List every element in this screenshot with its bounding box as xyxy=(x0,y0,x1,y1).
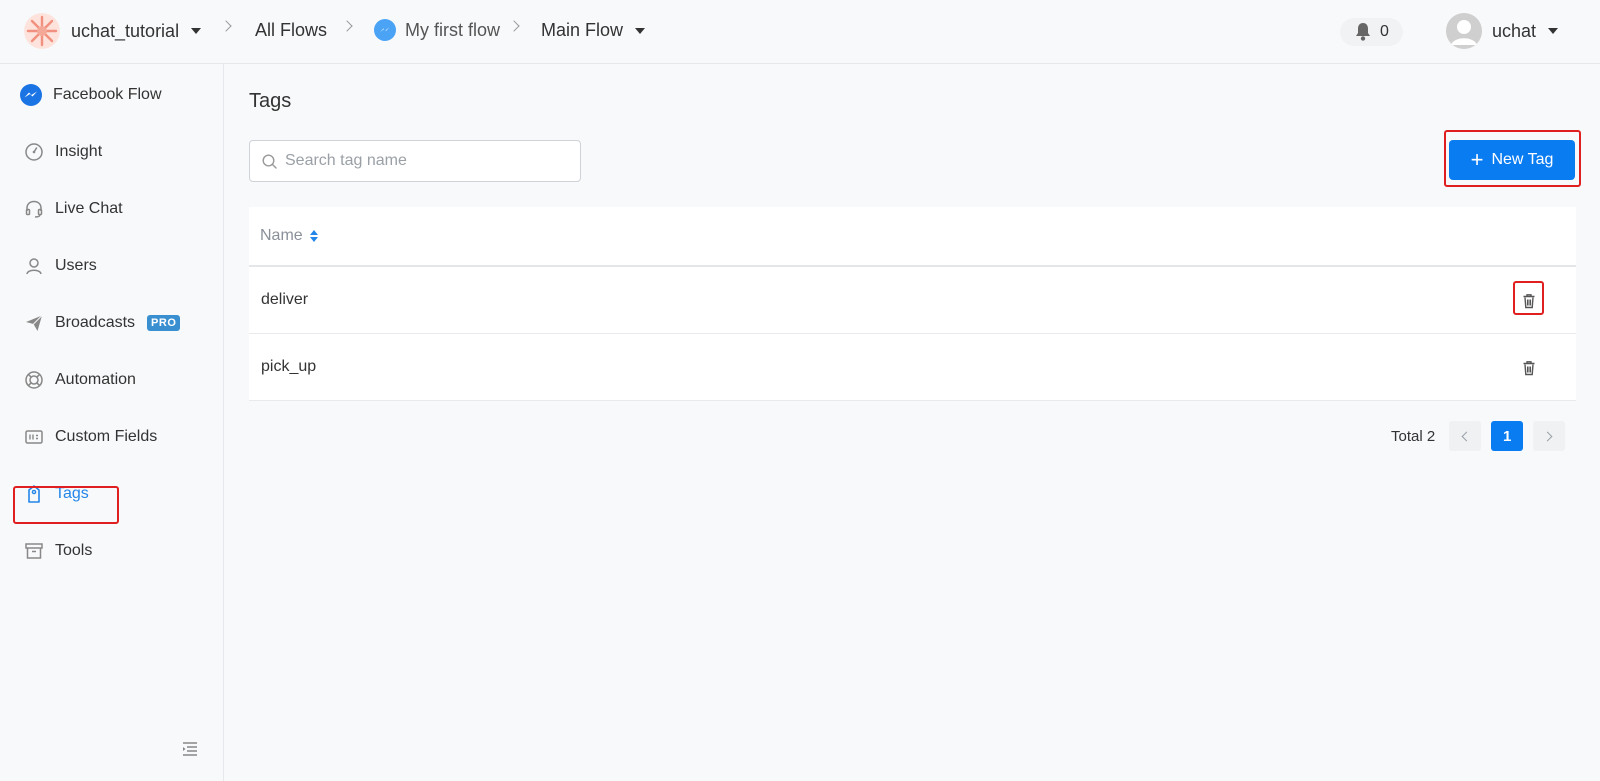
pagination: Total 2 1 xyxy=(1391,421,1566,451)
workspace-name: uchat_tutorial xyxy=(71,20,180,41)
gauge-icon xyxy=(24,142,44,162)
notifications-button[interactable]: 0 xyxy=(1340,18,1403,46)
avatar xyxy=(1446,13,1482,49)
chevron-down-icon xyxy=(191,28,202,34)
table-row: deliver xyxy=(249,267,1576,334)
breadcrumb-flow[interactable]: My first flow xyxy=(374,19,500,41)
chevron-left-icon xyxy=(1461,431,1472,441)
sidebar-item-live-chat[interactable]: Live Chat xyxy=(24,194,123,224)
fields-icon xyxy=(24,427,44,447)
sidebar-item-users[interactable]: Users xyxy=(24,251,97,281)
search-box[interactable] xyxy=(249,140,581,182)
breadcrumb-all-flows[interactable]: All Flows xyxy=(255,20,327,41)
messenger-icon xyxy=(374,19,396,41)
sidebar-item-custom-fields[interactable]: Custom Fields xyxy=(24,422,157,452)
sidebar-item-tools[interactable]: Tools xyxy=(24,536,92,566)
column-header-name[interactable]: Name xyxy=(260,227,303,245)
chevron-right-icon xyxy=(1542,431,1553,441)
chevron-down-icon xyxy=(1548,28,1559,34)
breadcrumb-separator-icon xyxy=(341,20,353,32)
sort-icon[interactable] xyxy=(309,230,318,242)
tag-name: pick_up xyxy=(261,358,317,375)
messenger-icon xyxy=(20,84,42,106)
breadcrumb-separator-icon xyxy=(508,20,520,32)
chevron-down-icon xyxy=(635,27,646,34)
bell-icon xyxy=(1356,23,1370,41)
page-button-current[interactable]: 1 xyxy=(1491,421,1524,451)
headset-icon xyxy=(24,199,44,219)
breadcrumb-separator-icon xyxy=(220,20,232,32)
highlight-box xyxy=(13,486,119,524)
sidebar-item-automation[interactable]: Automation xyxy=(24,365,136,395)
paper-plane-icon xyxy=(24,313,44,333)
pagination-total: Total 2 xyxy=(1391,427,1436,445)
pro-badge: PRO xyxy=(147,315,181,331)
highlight-box xyxy=(1513,281,1544,315)
tags-table: Name deliver pick_up xyxy=(249,207,1576,401)
search-icon xyxy=(262,153,277,169)
breadcrumb-subflow-dropdown[interactable]: Main Flow xyxy=(541,20,646,41)
lifebuoy-icon xyxy=(24,370,44,390)
highlight-box xyxy=(1444,130,1581,187)
prev-page-button[interactable] xyxy=(1449,421,1482,451)
top-bar: uchat_tutorial All Flows My first flow M… xyxy=(0,0,1600,64)
tag-name: deliver xyxy=(261,291,309,308)
archive-box-icon xyxy=(24,541,44,561)
trash-icon[interactable] xyxy=(1522,360,1536,376)
user-icon xyxy=(24,256,44,276)
workspace-switcher[interactable]: uchat_tutorial xyxy=(24,13,202,49)
sidebar-item-facebook-flow[interactable]: Facebook Flow xyxy=(20,80,162,110)
collapse-sidebar-icon[interactable] xyxy=(182,742,198,756)
next-page-button[interactable] xyxy=(1533,421,1566,451)
page-title: Tags xyxy=(249,90,292,112)
workspace-logo-icon xyxy=(24,13,60,49)
notifications-count: 0 xyxy=(1380,23,1389,40)
table-row: pick_up xyxy=(249,334,1576,401)
sidebar-item-broadcasts[interactable]: Broadcasts PRO xyxy=(24,308,181,338)
sidebar: Facebook Flow Insight Live Chat Users Br… xyxy=(0,64,224,781)
user-menu[interactable]: uchat xyxy=(1446,13,1559,49)
user-name: uchat xyxy=(1492,20,1537,41)
search-input[interactable] xyxy=(285,152,565,170)
sidebar-item-insight[interactable]: Insight xyxy=(24,137,102,167)
table-header: Name xyxy=(249,207,1576,267)
